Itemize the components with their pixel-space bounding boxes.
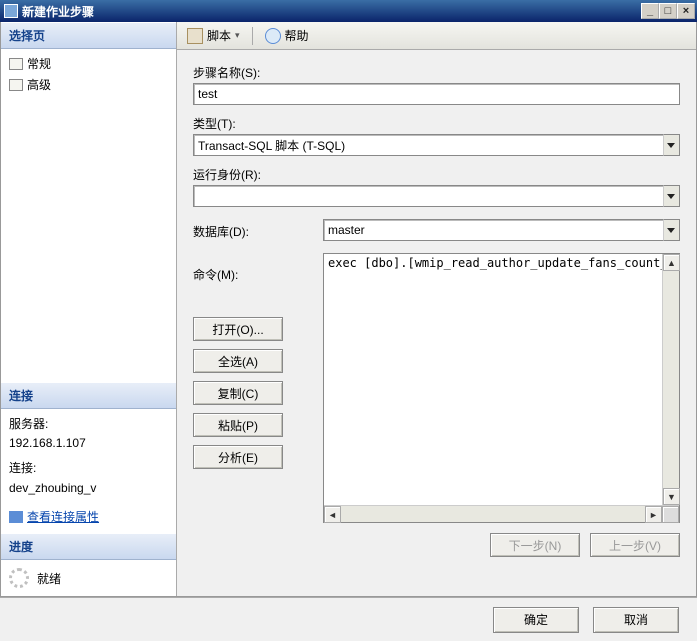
run-as-input[interactable]: [193, 185, 663, 207]
titlebar[interactable]: 新建作业步骤 _ □ ×: [0, 0, 697, 22]
select-page-header: 选择页: [1, 22, 176, 49]
link-label: 查看连接属性: [27, 508, 99, 527]
run-as-combobox[interactable]: [193, 185, 680, 207]
minimize-button[interactable]: _: [641, 3, 659, 19]
toolbar: 脚本 ▾ 帮助: [177, 22, 696, 50]
type-combobox[interactable]: [193, 134, 680, 156]
toolbar-separator: [252, 27, 253, 45]
maximize-button[interactable]: □: [659, 3, 677, 19]
connection-value: dev_zhoubing_v: [9, 479, 168, 498]
step-name-input[interactable]: [193, 83, 680, 105]
app-icon: [4, 4, 18, 18]
scrollbar-corner: [662, 506, 679, 523]
copy-button[interactable]: 复制(C): [193, 381, 283, 405]
page-icon: [9, 79, 23, 91]
scroll-right-button[interactable]: ►: [645, 506, 662, 523]
open-button[interactable]: 打开(O)...: [193, 317, 283, 341]
run-as-label: 运行身份(R):: [193, 166, 680, 183]
command-textarea[interactable]: [324, 254, 662, 505]
chevron-down-icon: ▾: [235, 30, 240, 41]
script-icon: [187, 28, 203, 44]
help-label: 帮助: [285, 27, 309, 44]
footer-bar: 确定 取消: [0, 597, 697, 641]
database-combobox[interactable]: [323, 219, 680, 241]
database-label: 数据库(D):: [193, 223, 313, 240]
type-input[interactable]: [193, 134, 663, 156]
sidebar-item-general[interactable]: 常规: [5, 53, 172, 74]
type-dropdown-button[interactable]: [663, 134, 680, 156]
server-label: 服务器:: [9, 415, 168, 434]
progress-status: 就绪: [37, 570, 61, 587]
help-button[interactable]: 帮助: [261, 25, 313, 46]
scroll-down-button[interactable]: ▼: [663, 488, 680, 505]
progress-header: 进度: [1, 533, 176, 560]
connection-header: 连接: [1, 382, 176, 409]
run-as-dropdown-button[interactable]: [663, 185, 680, 207]
script-button[interactable]: 脚本 ▾: [183, 25, 244, 46]
command-label: 命令(M):: [193, 266, 313, 283]
sidebar-item-advanced[interactable]: 高级: [5, 74, 172, 95]
next-step-button[interactable]: 下一步(N): [490, 533, 580, 557]
view-connection-properties-link[interactable]: 查看连接属性: [9, 508, 168, 527]
vertical-scrollbar[interactable]: ▲ ▼: [662, 254, 679, 505]
connection-label: 连接:: [9, 459, 168, 478]
select-all-button[interactable]: 全选(A): [193, 349, 283, 373]
type-label: 类型(T):: [193, 115, 680, 132]
sidebar-item-label: 高级: [27, 76, 51, 93]
scroll-up-button[interactable]: ▲: [663, 254, 680, 271]
cancel-button[interactable]: 取消: [593, 607, 679, 633]
ok-button[interactable]: 确定: [493, 607, 579, 633]
database-input[interactable]: [323, 219, 663, 241]
progress-spinner-icon: [9, 568, 29, 588]
scroll-left-button[interactable]: ◄: [324, 506, 341, 523]
help-icon: [265, 28, 281, 44]
sidebar-item-label: 常规: [27, 55, 51, 72]
parse-button[interactable]: 分析(E): [193, 445, 283, 469]
close-button[interactable]: ×: [677, 3, 695, 19]
paste-button[interactable]: 粘贴(P): [193, 413, 283, 437]
horizontal-scrollbar[interactable]: ◄ ►: [324, 505, 679, 522]
script-label: 脚本: [207, 27, 231, 44]
connection-properties-icon: [9, 511, 23, 523]
step-name-label: 步骤名称(S):: [193, 64, 680, 81]
database-dropdown-button[interactable]: [663, 219, 680, 241]
window-title: 新建作业步骤: [22, 3, 641, 20]
page-icon: [9, 58, 23, 70]
prev-step-button[interactable]: 上一步(V): [590, 533, 680, 557]
server-value: 192.168.1.107: [9, 434, 168, 453]
right-pane: 脚本 ▾ 帮助 步骤名称(S): 类型(T): 运行身份: [177, 22, 696, 596]
left-pane: 选择页 常规 高级 连接 服务器: 192.168.1.107 连接: dev_…: [1, 22, 177, 596]
command-textarea-container: ▲ ▼ ◄ ►: [323, 253, 680, 523]
